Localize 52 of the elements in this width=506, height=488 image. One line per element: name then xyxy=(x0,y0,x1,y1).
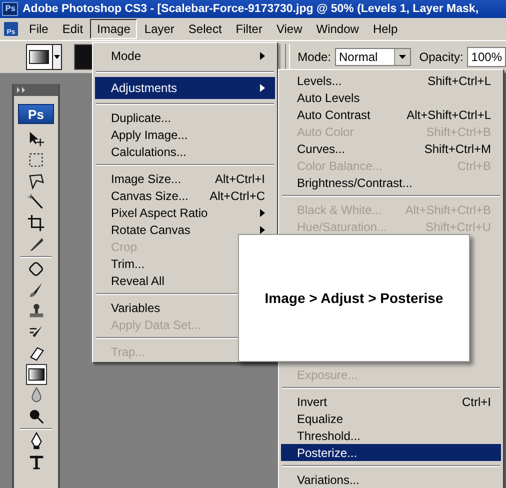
gradient-swatch[interactable] xyxy=(74,44,94,70)
menu-bar-item[interactable]: Image xyxy=(90,19,138,39)
shortcut-label: Ctrl+I xyxy=(462,394,491,408)
menu-item[interactable]: Calculations... xyxy=(95,143,275,160)
menu-item[interactable]: Pixel Aspect Ratio xyxy=(95,204,275,221)
shortcut-label: Shift+Ctrl+M xyxy=(424,142,491,156)
menu-item[interactable]: Brightness/Contrast... xyxy=(281,174,501,191)
opacity-label: Opacity: xyxy=(419,50,464,64)
menu-item[interactable]: Canvas Size... Alt+Ctrl+C xyxy=(95,187,275,204)
menu-bar-item[interactable]: Select xyxy=(181,19,229,39)
menu-item[interactable]: Rotate Canvas xyxy=(95,221,275,238)
menu-item[interactable]: Duplicate... xyxy=(95,109,275,126)
caret-icon xyxy=(54,55,60,59)
app-logo: Ps xyxy=(18,104,54,124)
shortcut-label: Alt+Ctrl+C xyxy=(210,188,265,202)
gradient-icon xyxy=(29,50,50,64)
callout-text: Image > Adjust > Posterise xyxy=(264,290,444,306)
menu-item[interactable]: Mode xyxy=(95,45,275,67)
menu-bar-item[interactable]: Edit xyxy=(55,19,90,39)
menu-item[interactable]: Apply Image... xyxy=(95,126,275,143)
opacity-field[interactable]: 100% xyxy=(467,47,506,67)
menu-item[interactable]: Levels... Shift+Ctrl+L xyxy=(281,72,501,89)
menu-item[interactable]: Auto Levels xyxy=(281,89,501,106)
menu-item[interactable]: Curves... Shift+Ctrl+M xyxy=(281,140,501,157)
app-icon: Ps xyxy=(2,2,18,16)
shortcut-label: Alt+Ctrl+I xyxy=(214,172,265,186)
gradient-preset-button[interactable] xyxy=(26,44,53,70)
menu-item[interactable]: Variations... xyxy=(281,471,501,488)
mode-select[interactable]: Normal xyxy=(335,48,412,66)
menu-bar-item[interactable]: Layer xyxy=(137,19,182,39)
expand-icon[interactable] xyxy=(17,87,27,93)
caret-icon xyxy=(399,55,406,59)
menu-item[interactable]: Adjustments xyxy=(95,77,275,99)
shortcut-label: Shift+Ctrl+L xyxy=(428,74,491,88)
menu-item[interactable]: Equalize xyxy=(281,410,501,427)
gradient-tool-icon[interactable] xyxy=(26,365,46,384)
menu-item[interactable]: Threshold... xyxy=(281,427,501,444)
lasso-tool-icon[interactable] xyxy=(26,172,46,191)
menu-bar-item[interactable]: View xyxy=(269,19,310,39)
mode-label: Mode: xyxy=(298,50,332,64)
menu-item[interactable]: Posterize... xyxy=(281,444,501,461)
shortcut-label: Alt+Shift+Ctrl+L xyxy=(406,108,491,122)
menu-item[interactable]: Invert Ctrl+I xyxy=(281,393,501,410)
menu-bar-item[interactable]: Window xyxy=(309,19,366,39)
window-title: Adobe Photoshop CS3 - [Scalebar-Force-9173730.jpg @ 50% (Levels 1, Layer Mask, xyxy=(22,3,479,15)
menu-bar-item[interactable]: File xyxy=(22,19,56,39)
menu-item[interactable]: Image Size... Alt+Ctrl+I xyxy=(95,170,275,187)
dropdown-button[interactable] xyxy=(52,44,62,70)
crop-tool-icon[interactable] xyxy=(26,214,46,233)
menu-item[interactable]: Auto Contrast Alt+Shift+Ctrl+L xyxy=(281,106,501,123)
menu-bar-item[interactable]: Help xyxy=(366,19,405,39)
menu-bar-item[interactable]: Filter xyxy=(228,19,270,39)
